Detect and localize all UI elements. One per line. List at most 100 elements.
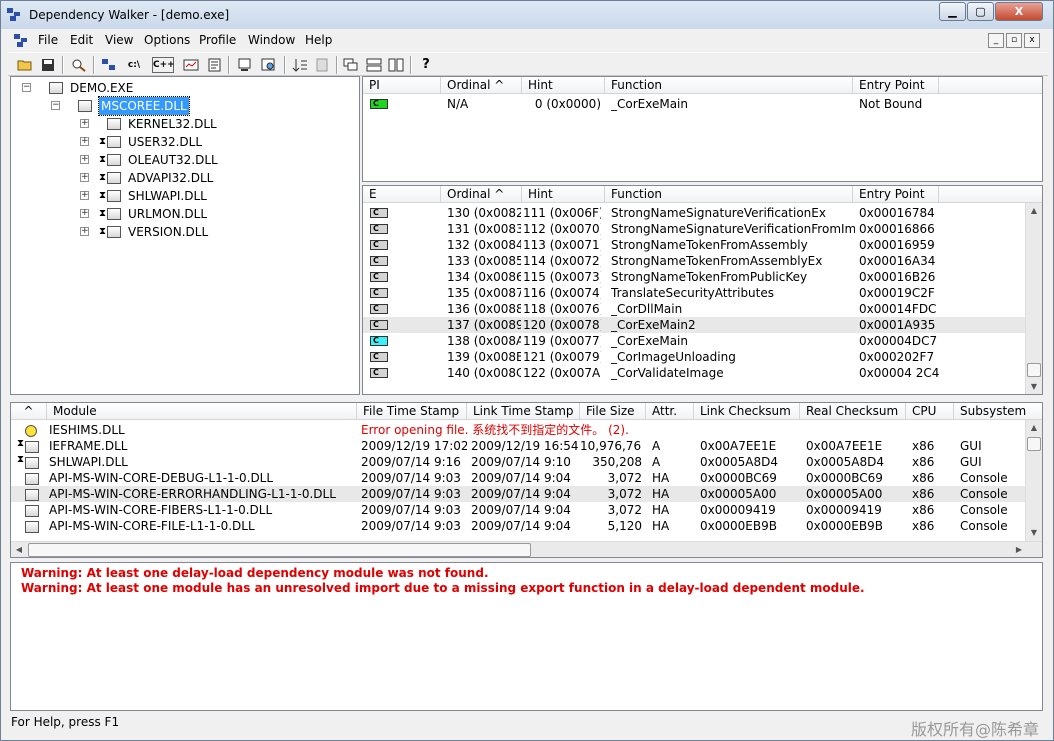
col-link-checksum[interactable]: Link Checksum bbox=[694, 403, 800, 420]
scroll-down-icon[interactable]: ▼ bbox=[1026, 525, 1042, 541]
full-paths-icon[interactable] bbox=[98, 55, 120, 75]
module-tree-pane[interactable]: − DEMO.EXE − MSCOREE.DLL + KERNEL32.DLL + USER3… bbox=[10, 76, 360, 395]
menu-help[interactable]: Help bbox=[305, 33, 332, 47]
scroll-left-icon[interactable]: ◀ bbox=[11, 542, 27, 557]
scroll-right-icon[interactable]: ▶ bbox=[1011, 542, 1027, 557]
function-row[interactable]: C 138 (0x008A) 119 (0x0077) _CorExeMain 0x00… bbox=[363, 333, 1042, 349]
tree-expander-icon[interactable]: − bbox=[51, 101, 60, 110]
sort-icon[interactable] bbox=[289, 55, 311, 75]
full-path-button[interactable]: c:\ bbox=[123, 55, 145, 75]
tree-node[interactable]: − MSCOREE.DLL bbox=[11, 96, 351, 116]
close-button[interactable]: X bbox=[995, 2, 1043, 21]
col-function[interactable]: Function bbox=[605, 186, 853, 203]
col-attr[interactable]: Attr. bbox=[646, 403, 694, 420]
tile-vertical-icon[interactable] bbox=[385, 55, 407, 75]
undecorate-cpp-button[interactable]: C++ bbox=[152, 57, 175, 73]
tree-expander-icon[interactable]: + bbox=[80, 119, 89, 128]
module-row[interactable]: SHLWAPI.DLL 2009/07/14 9:16 2009/07/14 9:1… bbox=[11, 454, 1025, 470]
tree-expander-icon[interactable]: + bbox=[80, 191, 89, 200]
col-hint[interactable]: Hint bbox=[522, 77, 605, 94]
find-icon[interactable] bbox=[68, 55, 90, 75]
menu-edit[interactable]: Edit bbox=[70, 33, 93, 47]
col-sort[interactable]: ^ bbox=[11, 403, 47, 420]
configure-icon[interactable] bbox=[180, 55, 202, 75]
save-icon[interactable] bbox=[37, 55, 59, 75]
col-subsystem[interactable]: Subsystem bbox=[954, 403, 1042, 420]
help-button[interactable]: ? bbox=[415, 55, 437, 75]
function-row[interactable]: C 134 (0x0086) 115 (0x0073) StrongNameToken… bbox=[363, 269, 1042, 285]
tree-expander-icon[interactable]: + bbox=[80, 209, 89, 218]
tree-expander-icon[interactable]: + bbox=[80, 155, 89, 164]
view-module-icon[interactable] bbox=[258, 55, 280, 75]
module-row[interactable]: API-MS-WIN-CORE-ERRORHANDLING-L1-1-0.DLL… bbox=[11, 486, 1025, 502]
col-function[interactable]: Function bbox=[605, 77, 853, 94]
tree-node[interactable]: + URLMON.DLL bbox=[11, 205, 351, 223]
cascade-icon[interactable] bbox=[340, 55, 362, 75]
properties-icon[interactable] bbox=[204, 55, 226, 75]
hscroll-thumb[interactable] bbox=[28, 543, 531, 557]
system-info-icon[interactable] bbox=[234, 55, 256, 75]
module-row[interactable]: IEFRAME.DLL 2009/12/19 17:02 2009/12/19 16… bbox=[11, 438, 1025, 454]
modules-hscrollbar[interactable]: ◀ ▶ bbox=[11, 541, 1042, 557]
menu-view[interactable]: View bbox=[105, 33, 133, 47]
tree-node[interactable]: + SHLWAPI.DLL bbox=[11, 187, 351, 205]
tile-horizontal-icon[interactable] bbox=[363, 55, 385, 75]
scroll-thumb[interactable] bbox=[1027, 437, 1041, 451]
minimize-button[interactable]: ▁ bbox=[939, 2, 966, 21]
scroll-up-icon[interactable]: ▲ bbox=[1026, 420, 1042, 436]
tree-expander-icon[interactable]: + bbox=[80, 173, 89, 182]
col-entry-point[interactable]: Entry Point bbox=[853, 186, 939, 203]
col-pi[interactable]: PI bbox=[363, 77, 441, 94]
function-row[interactable]: C 131 (0x0083) 112 (0x0070) StrongNameSigna… bbox=[363, 221, 1042, 237]
scroll-up-icon[interactable]: ▲ bbox=[1026, 203, 1042, 219]
log-pane[interactable]: Warning: At least one delay-load depende… bbox=[10, 562, 1043, 711]
document-icon[interactable] bbox=[14, 34, 28, 47]
tree-expander-icon[interactable]: − bbox=[22, 83, 31, 92]
function-row[interactable]: C 132 (0x0084) 113 (0x0071) StrongNameToken… bbox=[363, 237, 1042, 253]
col-link-time-stamp[interactable]: Link Time Stamp bbox=[467, 403, 580, 420]
function-row[interactable]: C 139 (0x008B) 121 (0x0079) _CorImageUnload… bbox=[363, 349, 1042, 365]
function-row[interactable]: C 133 (0x0085) 114 (0x0072) StrongNameToken… bbox=[363, 253, 1042, 269]
open-folder-icon[interactable] bbox=[14, 55, 36, 75]
parent-imports-pane[interactable]: PI Ordinal ^ Hint Function Entry Point C… bbox=[362, 76, 1043, 182]
col-file-size[interactable]: File Size bbox=[580, 403, 646, 420]
col-module[interactable]: Module bbox=[47, 403, 357, 420]
tree-node[interactable]: + OLEAUT32.DLL bbox=[11, 151, 351, 169]
scroll-down-icon[interactable]: ▼ bbox=[1026, 379, 1042, 394]
menu-options[interactable]: Options bbox=[144, 33, 190, 47]
modules-vscrollbar[interactable]: ▲ ▼ bbox=[1025, 420, 1042, 541]
mdi-restore-button[interactable]: ▫ bbox=[1006, 33, 1022, 48]
menu-file[interactable]: File bbox=[38, 33, 58, 47]
maximize-button[interactable]: ▢ bbox=[967, 2, 994, 21]
module-list-pane[interactable]: ^ Module File Time Stamp Link Time Stamp… bbox=[10, 402, 1043, 558]
function-row[interactable]: C 130 (0x0082) 111 (0x006F) StrongNameSigna… bbox=[363, 205, 1042, 221]
title-bar[interactable]: Dependency Walker - [demo.exe] ▁ ▢ X bbox=[1, 1, 1053, 29]
col-hint[interactable]: Hint bbox=[522, 186, 605, 203]
menu-window[interactable]: Window bbox=[248, 33, 295, 47]
col-real-checksum[interactable]: Real Checksum bbox=[800, 403, 906, 420]
tree-node[interactable]: − DEMO.EXE bbox=[11, 79, 351, 97]
tree-expander-icon[interactable]: + bbox=[80, 227, 89, 236]
col-entry-point[interactable]: Entry Point bbox=[853, 77, 939, 94]
module-row[interactable]: API-MS-WIN-CORE-FIBERS-L1-1-0.DLL 2009/07… bbox=[11, 502, 1025, 518]
mdi-close-button[interactable]: x bbox=[1024, 33, 1040, 48]
mdi-minimize-button[interactable]: _ bbox=[988, 33, 1004, 48]
tree-node[interactable]: + ADVAPI32.DLL bbox=[11, 169, 351, 187]
exports-scrollbar[interactable]: ▲ ▼ bbox=[1025, 203, 1042, 394]
tree-node[interactable]: + USER32.DLL bbox=[11, 133, 351, 151]
col-e[interactable]: E bbox=[363, 186, 441, 203]
col-file-time-stamp[interactable]: File Time Stamp bbox=[357, 403, 467, 420]
module-row[interactable]: API-MS-WIN-CORE-DEBUG-L1-1-0.DLL 2009/07/… bbox=[11, 470, 1025, 486]
tree-node[interactable]: + VERSION.DLL bbox=[11, 223, 351, 241]
function-row[interactable]: C N/A 0 (0x0000) _CorExeMain Not Bound bbox=[363, 96, 1042, 112]
exports-pane[interactable]: E Ordinal ^ Hint Function Entry Point C 1… bbox=[362, 185, 1043, 395]
scroll-thumb[interactable] bbox=[1027, 363, 1041, 377]
tree-expander-icon[interactable]: + bbox=[80, 137, 89, 146]
col-cpu[interactable]: CPU bbox=[906, 403, 954, 420]
col-ordinal[interactable]: Ordinal ^ bbox=[441, 77, 522, 94]
function-row[interactable]: C 137 (0x0089) 120 (0x0078) _CorExeMain2 0x0… bbox=[363, 317, 1042, 333]
module-row[interactable]: IESHIMS.DLL Error opening file. 系统找不到指定的文… bbox=[11, 422, 1025, 438]
expand-all-icon[interactable] bbox=[312, 55, 334, 75]
col-ordinal[interactable]: Ordinal ^ bbox=[441, 186, 522, 203]
menu-profile[interactable]: Profile bbox=[199, 33, 236, 47]
